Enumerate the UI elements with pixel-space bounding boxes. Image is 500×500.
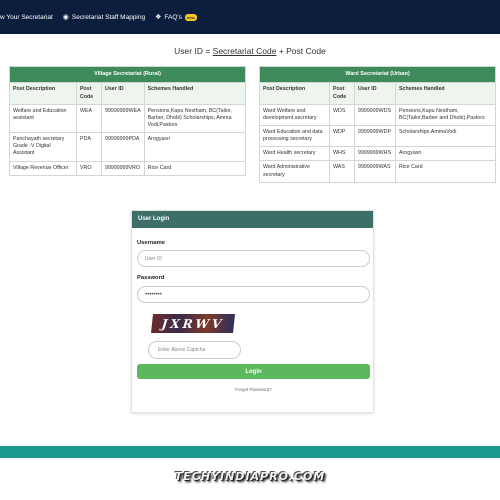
table-row: Ward Welfare and development secretary W…: [259, 103, 496, 126]
table-title: Village Secretariat (Rural): [9, 65, 246, 84]
table-row: Ward Health secretary WHS 9999999WHS Aro…: [259, 146, 496, 162]
userid-code: Secretariat Code: [212, 46, 277, 56]
column-header: Post Description: [259, 82, 330, 105]
table-cell: 9999999WDS: [354, 103, 396, 126]
top-navigation: w Your Secretariat ◉ Secretariat Staff M…: [0, 0, 500, 34]
userid-prefix: User ID =: [174, 46, 213, 56]
new-badge: new: [184, 13, 197, 21]
table-cell: 99999999PDA: [101, 132, 145, 162]
login-title: User Login: [132, 211, 373, 228]
table-cell: Rice Card: [395, 160, 496, 183]
table-cell: Pensions,Kapu Nestham, BC(Tailor, Barber…: [143, 103, 247, 134]
table-cell: Ward Welfare and development secretary: [259, 103, 330, 126]
table-cell: Rice Card: [143, 160, 247, 176]
table-cell: 9999999WHS: [354, 146, 396, 162]
userid-suffix: + Post Code: [276, 46, 326, 56]
table-cell: Pensions,Kapu Nestham, BC(Tailor,Barber …: [395, 103, 496, 126]
table-cell: 9999999WAS: [354, 160, 396, 183]
nav-item-label: Secretariat Staff Mapping: [71, 13, 146, 21]
column-header: Post Code: [329, 82, 355, 105]
watermark-brand: TECHYINDIAPRO.COM: [174, 470, 326, 483]
table-cell: WEA: [76, 103, 102, 134]
login-button[interactable]: Login: [137, 364, 370, 379]
table-cell: Ward Administrative secretary: [259, 160, 330, 183]
forgot-password-link[interactable]: Forgot Password?: [132, 387, 375, 392]
table-cell: WDP: [329, 124, 355, 148]
username-label: Username: [137, 240, 166, 246]
table-cell: Welfare and Education assistant: [9, 103, 77, 134]
table-row: Ward Education and data processing secre…: [259, 124, 496, 148]
table-cell: VRO: [76, 160, 102, 176]
password-label: Password: [137, 275, 165, 281]
table-cell: Arogyasri: [143, 132, 247, 162]
table-cell: 99999999WEA: [101, 103, 145, 134]
nav-item-label: w Your Secretariat: [0, 13, 53, 21]
nav-item-staff-mapping[interactable]: ◉ Secretariat Staff Mapping: [62, 13, 146, 22]
table-cell: 99999999VRO: [101, 160, 145, 176]
footer-band: [0, 446, 500, 458]
column-header: Post Code: [76, 82, 102, 105]
staff-icon: ◉: [62, 14, 69, 21]
table-cell: 9999999WDP: [354, 124, 396, 148]
nav-item-your-secretariat[interactable]: w Your Secretariat: [0, 14, 53, 21]
username-input[interactable]: User ID: [137, 250, 370, 267]
table-row: Ward Administrative secretary WAS 999999…: [259, 160, 496, 183]
table-cell: PDA: [76, 132, 102, 162]
login-card: User Login Username User ID Password •••…: [131, 210, 374, 413]
nav-item-label: FAQ's: [164, 13, 182, 21]
captcha-input[interactable]: Enter Above Captcha: [148, 341, 241, 359]
table-cell: Panchayath secretary Grade -V Digital As…: [9, 132, 77, 162]
table-row: Welfare and Education assistant WEA 9999…: [9, 103, 247, 134]
table-title: Ward Secretariat (Urban): [259, 65, 496, 84]
table-cell: Scholarships,AmmaVodi: [395, 124, 496, 148]
village-secretariat-table: Village Secretariat (Rural) Post Descrip…: [9, 65, 247, 176]
table-cell: WDS: [329, 103, 355, 126]
password-input[interactable]: ••••••••: [137, 286, 370, 303]
table-row: Panchayath secretary Grade -V Digital As…: [9, 132, 247, 162]
faq-icon: ❖: [155, 14, 162, 21]
table-cell: WAS: [329, 160, 355, 183]
table-cell: Ward Health secretary: [259, 146, 330, 162]
captcha-image: JXRWV: [151, 314, 235, 333]
column-header: User ID: [101, 82, 145, 105]
table-row: Village Revenue Officer VRO 99999999VRO …: [9, 160, 247, 176]
column-header: Schemes Handled: [143, 82, 247, 105]
nav-item-faqs[interactable]: ❖ FAQ's new: [155, 13, 197, 21]
table-cell: Village Revenue Officer: [9, 160, 77, 176]
userid-formula: User ID = Secretariat Code + Post Code: [0, 46, 500, 56]
table-cell: Ward Education and data processing secre…: [259, 124, 330, 148]
column-header: Schemes Handled: [395, 82, 496, 105]
column-header: User ID: [354, 82, 396, 105]
table-cell: Arogyasri: [395, 146, 496, 162]
table-cell: WHS: [329, 146, 355, 162]
ward-secretariat-table: Ward Secretariat (Urban) Post Descriptio…: [259, 65, 496, 183]
column-header: Post Description: [9, 82, 77, 105]
